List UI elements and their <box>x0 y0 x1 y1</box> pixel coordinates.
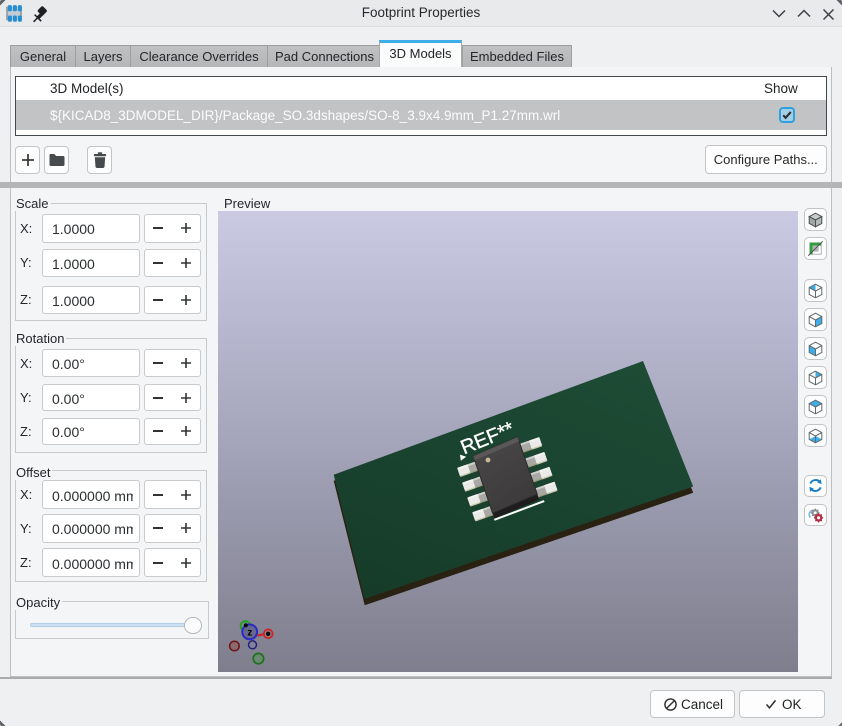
svg-text:z: z <box>247 628 252 639</box>
